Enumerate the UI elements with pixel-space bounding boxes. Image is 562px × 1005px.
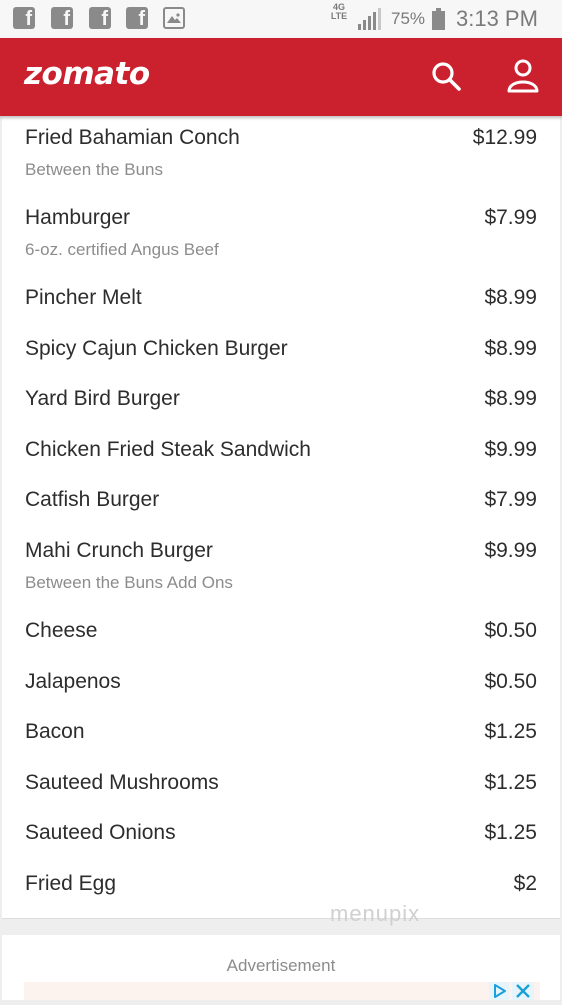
menu-item-name: Fried Bahamian Conch: [25, 126, 240, 149]
menu-item-description: 6-oz. certified Angus Beef: [25, 240, 219, 259]
user-icon: [507, 59, 539, 93]
menu-item-name: Sauteed Mushrooms: [25, 771, 219, 794]
menu-item-name: Sauteed Onions: [25, 821, 176, 844]
menu-item-price: $9.99: [484, 438, 537, 461]
menu-item-name: Yard Bird Burger: [25, 387, 180, 410]
status-bar: f f f f 4G LTE 75% 3:13 PM: [0, 0, 562, 38]
menu-item-name: Spicy Cajun Chicken Burger: [25, 337, 288, 360]
menu-item-name: Jalapenos: [25, 670, 121, 693]
profile-button[interactable]: [505, 58, 541, 94]
search-button[interactable]: [430, 60, 464, 94]
menu-list: Fried Bahamian Conch $12.99 Between the …: [2, 116, 560, 926]
app-header: zomato: [0, 38, 562, 116]
menu-item-name: Cheese: [25, 619, 98, 642]
menu-item-name: Fried Egg: [25, 872, 117, 895]
advertisement-card: Advertisement: [2, 935, 560, 1000]
menu-item-price: $0.50: [484, 670, 537, 693]
menu-item-description: Between the Buns: [25, 160, 163, 179]
adchoices-icon: [494, 984, 506, 998]
menu-item-price: $1.25: [484, 821, 537, 844]
menu-item-price: $0.50: [484, 619, 537, 642]
battery-icon: [432, 8, 445, 30]
signal-icon: [358, 8, 381, 30]
ad-close-button[interactable]: [512, 982, 534, 1000]
menu-item-price: $12.99: [472, 126, 537, 149]
menu-item-name: Mahi Crunch Burger: [25, 539, 213, 562]
menupix-watermark: menupix: [330, 901, 421, 926]
search-icon: [432, 62, 461, 91]
menu-item-price: $9.99: [484, 539, 537, 562]
menu-item-name: Hamburger: [25, 206, 131, 229]
menu-item-price: $8.99: [484, 387, 537, 410]
menu-item-price: $1.25: [484, 720, 537, 743]
adchoices-button[interactable]: [489, 982, 509, 1000]
network-type-icon: 4G LTE: [330, 2, 348, 21]
menu-item-name: Bacon: [25, 720, 85, 743]
close-icon: [516, 984, 530, 998]
facebook-notification-icon: f: [89, 7, 111, 30]
menu-item-name: Catfish Burger: [25, 488, 160, 511]
menu-item-description: Between the Buns Add Ons: [25, 573, 233, 592]
advertisement-label: Advertisement: [226, 956, 336, 975]
ad-banner[interactable]: [24, 982, 540, 1000]
battery-percentage: 75%: [391, 9, 426, 28]
zomato-logo[interactable]: zomato: [24, 56, 150, 92]
menu-item-price: $7.99: [484, 206, 537, 229]
status-time: 3:13 PM: [456, 6, 538, 31]
menu-item-name: Chicken Fried Steak Sandwich: [25, 438, 311, 461]
menu-item-name: Pincher Melt: [25, 286, 142, 309]
menu-item-price: $7.99: [484, 488, 537, 511]
menu-item-price: $8.99: [484, 286, 537, 309]
facebook-notification-icon: f: [126, 7, 148, 30]
facebook-notification-icon: f: [51, 7, 73, 30]
menu-item-price: $8.99: [484, 337, 537, 360]
facebook-notification-icon: f: [13, 7, 35, 30]
gallery-notification-icon: [163, 7, 185, 29]
menu-item-price: $1.25: [484, 771, 537, 794]
menu-item-price: $2: [513, 872, 537, 895]
